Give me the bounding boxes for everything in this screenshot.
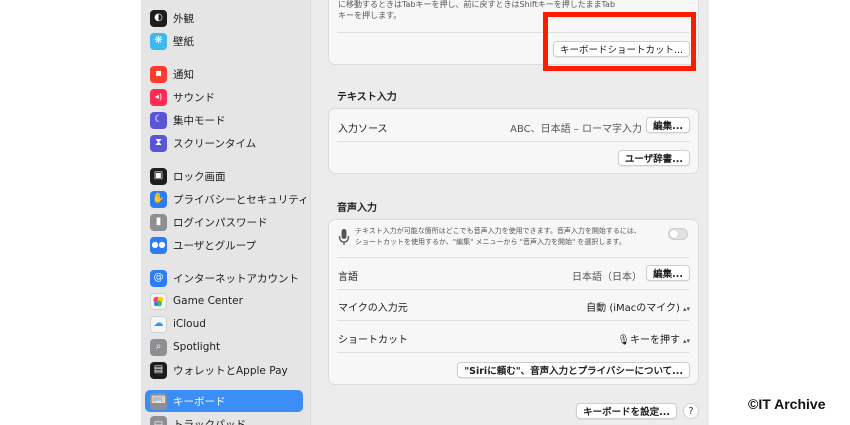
sidebar-item-label: 外観	[173, 12, 194, 25]
divider	[337, 320, 690, 321]
sidebar-item-privacy[interactable]: ✋ プライバシーとセキュリティ	[145, 188, 309, 210]
language-label: 言語	[338, 272, 358, 283]
mic-source-label: マイクの入力元	[338, 303, 408, 314]
updown-chevron-icon: ▴▾	[682, 305, 690, 313]
text-input-panel: 入力ソース ABC、日本語 – ローマ字入力 編集... ユーザ辞書...	[328, 108, 699, 174]
keyboard-navigation-note-line2: キーを押します。	[338, 11, 402, 20]
sidebar-item-label: iCloud	[173, 318, 206, 330]
sidebar-item-internet-accounts[interactable]: @ インターネットアカウント	[145, 267, 303, 289]
dictation-section-title: 音声入力	[337, 203, 377, 214]
lock-screen-icon: ▣	[150, 167, 167, 185]
sidebar-item-label: 通知	[173, 68, 194, 81]
sidebar-item-label: ログインパスワード	[173, 216, 268, 229]
sidebar-item-lock-screen[interactable]: ▣ ロック画面	[145, 165, 303, 187]
highlight-box	[543, 12, 696, 71]
screen-time-icon: ⧗	[150, 134, 167, 152]
privacy-hand-icon: ✋	[150, 190, 167, 208]
users-icon: ●●	[150, 236, 167, 254]
input-sources-label: 入力ソース	[338, 124, 388, 135]
sidebar-item-label: キーボード	[173, 395, 226, 408]
sidebar-item-login-password[interactable]: ▮ ログインパスワード	[145, 211, 303, 233]
sidebar-item-sound[interactable]: ◂) サウンド	[145, 86, 303, 108]
dictation-description-line2: ショートカットを使用するか、"編集" メニューから "音声入力を開始" を選択し…	[355, 238, 626, 246]
sound-icon: ◂)	[150, 88, 167, 106]
sidebar-item-wallet[interactable]: ▤ ウォレットとApple Pay	[145, 359, 303, 381]
lock-icon: ▮	[150, 213, 167, 231]
sidebar-item-users-groups[interactable]: ●● ユーザとグループ	[145, 234, 303, 256]
focus-icon: ☾	[150, 111, 167, 129]
icloud-icon: ☁	[150, 315, 167, 333]
setup-keyboard-button[interactable]: キーボードを設定...	[576, 403, 677, 419]
input-sources-value: ABC、日本語 – ローマ字入力	[510, 124, 642, 135]
spotlight-search-icon: ⌕	[150, 338, 167, 356]
sidebar-item-game-center[interactable]: Game Center	[145, 290, 303, 312]
watermark: ©IT Archive	[748, 396, 826, 412]
siri-dictation-privacy-button[interactable]: "Siriに頼む"、音声入力とプライバシーについて...	[457, 362, 690, 378]
appearance-icon: ◐	[150, 9, 167, 27]
shortcut-label: ショートカット	[338, 335, 408, 346]
divider	[337, 141, 690, 142]
sidebar-item-label: スクリーンタイム	[173, 137, 257, 150]
sidebar-item-keyboard[interactable]: ⌨ キーボード	[145, 390, 303, 412]
sidebar: ◐ 外観 ❋ 壁紙 ▪ 通知 ◂) サウンド ☾ 集中モード ⧗ スクリーンタイ…	[141, 0, 311, 425]
mic-source-select[interactable]: 自動 (iMacのマイク) ▴▾	[586, 299, 690, 314]
help-button[interactable]: ?	[683, 403, 699, 419]
at-sign-icon: @	[150, 269, 167, 287]
mic-source-value: 自動 (iMacのマイク)	[586, 303, 680, 314]
toggle-knob	[670, 230, 678, 238]
updown-chevron-icon: ▴▾	[682, 337, 690, 345]
dictation-panel: テキスト入力が可能な箇所はどこでも音声入力を使用できます。音声入力を開始するには…	[328, 219, 699, 385]
sidebar-item-trackpad[interactable]: ▭ トラックパッド	[145, 413, 303, 425]
sidebar-item-icloud[interactable]: ☁ iCloud	[145, 313, 303, 335]
dictation-toggle[interactable]	[668, 228, 688, 240]
user-dictionary-button[interactable]: ユーザ辞書...	[617, 150, 690, 166]
sidebar-item-label: ウォレットとApple Pay	[173, 364, 288, 377]
sidebar-item-label: 壁紙	[173, 35, 194, 48]
sidebar-item-label: プライバシーとセキュリティ	[173, 193, 309, 206]
wallet-icon: ▤	[150, 361, 167, 379]
input-sources-edit-button[interactable]: 編集...	[646, 117, 690, 133]
keyboard-icon: ⌨	[150, 392, 167, 410]
sidebar-item-spotlight[interactable]: ⌕ Spotlight	[145, 336, 303, 358]
dictation-description-line1: テキスト入力が可能な箇所はどこでも音声入力を使用できます。音声入力を開始するには…	[355, 227, 641, 235]
sidebar-item-screen-time[interactable]: ⧗ スクリーンタイム	[145, 132, 303, 154]
sidebar-item-label: サウンド	[173, 91, 215, 104]
notifications-icon: ▪	[150, 65, 167, 83]
divider	[337, 289, 690, 290]
shortcut-select[interactable]: 🎙キーを押す ▴▾	[617, 331, 690, 346]
wallpaper-icon: ❋	[150, 32, 167, 50]
sidebar-item-label: トラックパッド	[173, 418, 246, 425]
trackpad-icon: ▭	[150, 415, 167, 425]
language-edit-button[interactable]: 編集...	[646, 265, 690, 281]
sidebar-item-wallpaper[interactable]: ❋ 壁紙	[145, 30, 303, 52]
divider	[337, 352, 690, 353]
sidebar-item-label: ユーザとグループ	[173, 239, 257, 252]
sidebar-item-label: ロック画面	[173, 170, 226, 183]
sidebar-item-label: Spotlight	[173, 341, 221, 353]
sidebar-item-focus[interactable]: ☾ 集中モード	[145, 109, 303, 131]
microphone-icon	[338, 228, 350, 246]
game-center-icon	[150, 292, 167, 310]
sidebar-item-appearance[interactable]: ◐ 外観	[145, 7, 303, 29]
sidebar-item-label: Game Center	[173, 295, 243, 307]
keyboard-navigation-note-line1: に移動するときはTabキーを押し、前に戻すときはShiftキーを押したままTab	[338, 0, 616, 9]
text-input-section-title: テキスト入力	[337, 92, 397, 103]
sidebar-item-notifications[interactable]: ▪ 通知	[145, 63, 303, 85]
shortcut-value: 🎙キーを押す	[617, 335, 680, 346]
sidebar-item-label: 集中モード	[173, 114, 226, 127]
language-value: 日本語（日本）	[572, 272, 642, 283]
divider	[337, 257, 690, 258]
sidebar-item-label: インターネットアカウント	[173, 272, 299, 285]
